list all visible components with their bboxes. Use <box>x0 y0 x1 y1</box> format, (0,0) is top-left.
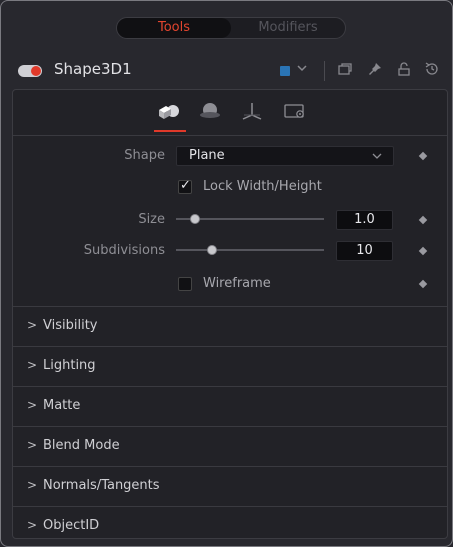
chevron-right-icon: > <box>27 358 38 372</box>
lock-width-height-label: Lock Width/Height <box>203 179 322 194</box>
shape-dropdown[interactable]: Plane <box>176 146 394 166</box>
section-blend-mode[interactable]: > Blend Mode <box>13 426 447 466</box>
subdivisions-field[interactable]: 10 <box>336 241 393 261</box>
tool-name: Shape3D1 <box>54 60 132 78</box>
subdivisions-slider-track[interactable] <box>176 249 324 251</box>
controls-icon[interactable] <box>156 100 184 122</box>
chevron-right-icon: > <box>27 438 38 452</box>
wireframe-label: Wireframe <box>203 276 271 291</box>
chevron-right-icon: > <box>27 518 38 532</box>
enable-toggle[interactable] <box>18 65 42 77</box>
transform-icon[interactable] <box>238 100 266 122</box>
color-chip[interactable] <box>280 66 290 76</box>
section-normals-tangents[interactable]: > Normals/Tangents <box>13 466 447 506</box>
chevron-right-icon: > <box>27 318 38 332</box>
lock-icon[interactable] <box>396 61 412 82</box>
lock-width-height-checkbox[interactable]: ✓ <box>178 178 192 194</box>
section-objectid[interactable]: > ObjectID <box>13 506 447 538</box>
size-slider-handle[interactable] <box>190 214 200 224</box>
subdivisions-label: Subdivisions <box>83 243 165 258</box>
toggle-knob <box>31 66 41 76</box>
shape-value: Plane <box>189 148 225 163</box>
tools-modifiers-switch: Tools Modifiers <box>116 17 346 39</box>
mode-tab-bar <box>13 90 447 136</box>
size-label: Size <box>138 212 165 227</box>
keyframe-diamond-size[interactable] <box>418 215 428 225</box>
check-icon: ✓ <box>180 178 191 193</box>
chevron-down-icon <box>371 147 383 170</box>
keyframe-diamond-subdivisions[interactable] <box>418 246 428 256</box>
pin-icon[interactable] <box>367 61 383 82</box>
shape-label: Shape <box>124 148 165 163</box>
section-title: ObjectID <box>43 518 100 533</box>
section-lighting[interactable]: > Lighting <box>13 346 447 386</box>
inspector-panel: Shape Plane ✓ Lock Width/Height Size 1.0… <box>12 89 448 539</box>
section-title: Visibility <box>43 318 98 333</box>
keyframe-diamond-wireframe[interactable] <box>418 279 428 289</box>
subdivisions-slider-handle[interactable] <box>207 245 217 255</box>
keyframe-diamond-shape[interactable] <box>418 151 428 161</box>
settings-icon[interactable] <box>281 100 309 122</box>
chevron-right-icon: > <box>27 398 38 412</box>
section-title: Lighting <box>43 358 96 373</box>
tool-header: Shape3D1 <box>1 49 453 93</box>
tab-modifiers[interactable]: Modifiers <box>231 18 345 38</box>
section-title: Matte <box>43 398 81 413</box>
color-dropdown-icon[interactable] <box>295 61 309 80</box>
reset-icon[interactable] <box>424 61 440 82</box>
section-visibility[interactable]: > Visibility <box>13 306 447 346</box>
material-icon[interactable] <box>196 100 224 122</box>
inspector-window: Tools Modifiers Shape3D1 Shape Plane ✓ L… <box>0 0 453 547</box>
section-title: Normals/Tangents <box>43 478 160 493</box>
section-title: Blend Mode <box>43 438 120 453</box>
version-icon[interactable] <box>337 61 353 82</box>
header-divider <box>324 61 325 81</box>
tab-tools[interactable]: Tools <box>117 18 231 38</box>
active-tab-indicator <box>154 130 186 132</box>
wireframe-checkbox[interactable] <box>178 277 192 291</box>
size-field[interactable]: 1.0 <box>336 210 393 230</box>
section-matte[interactable]: > Matte <box>13 386 447 426</box>
chevron-right-icon: > <box>27 478 38 492</box>
